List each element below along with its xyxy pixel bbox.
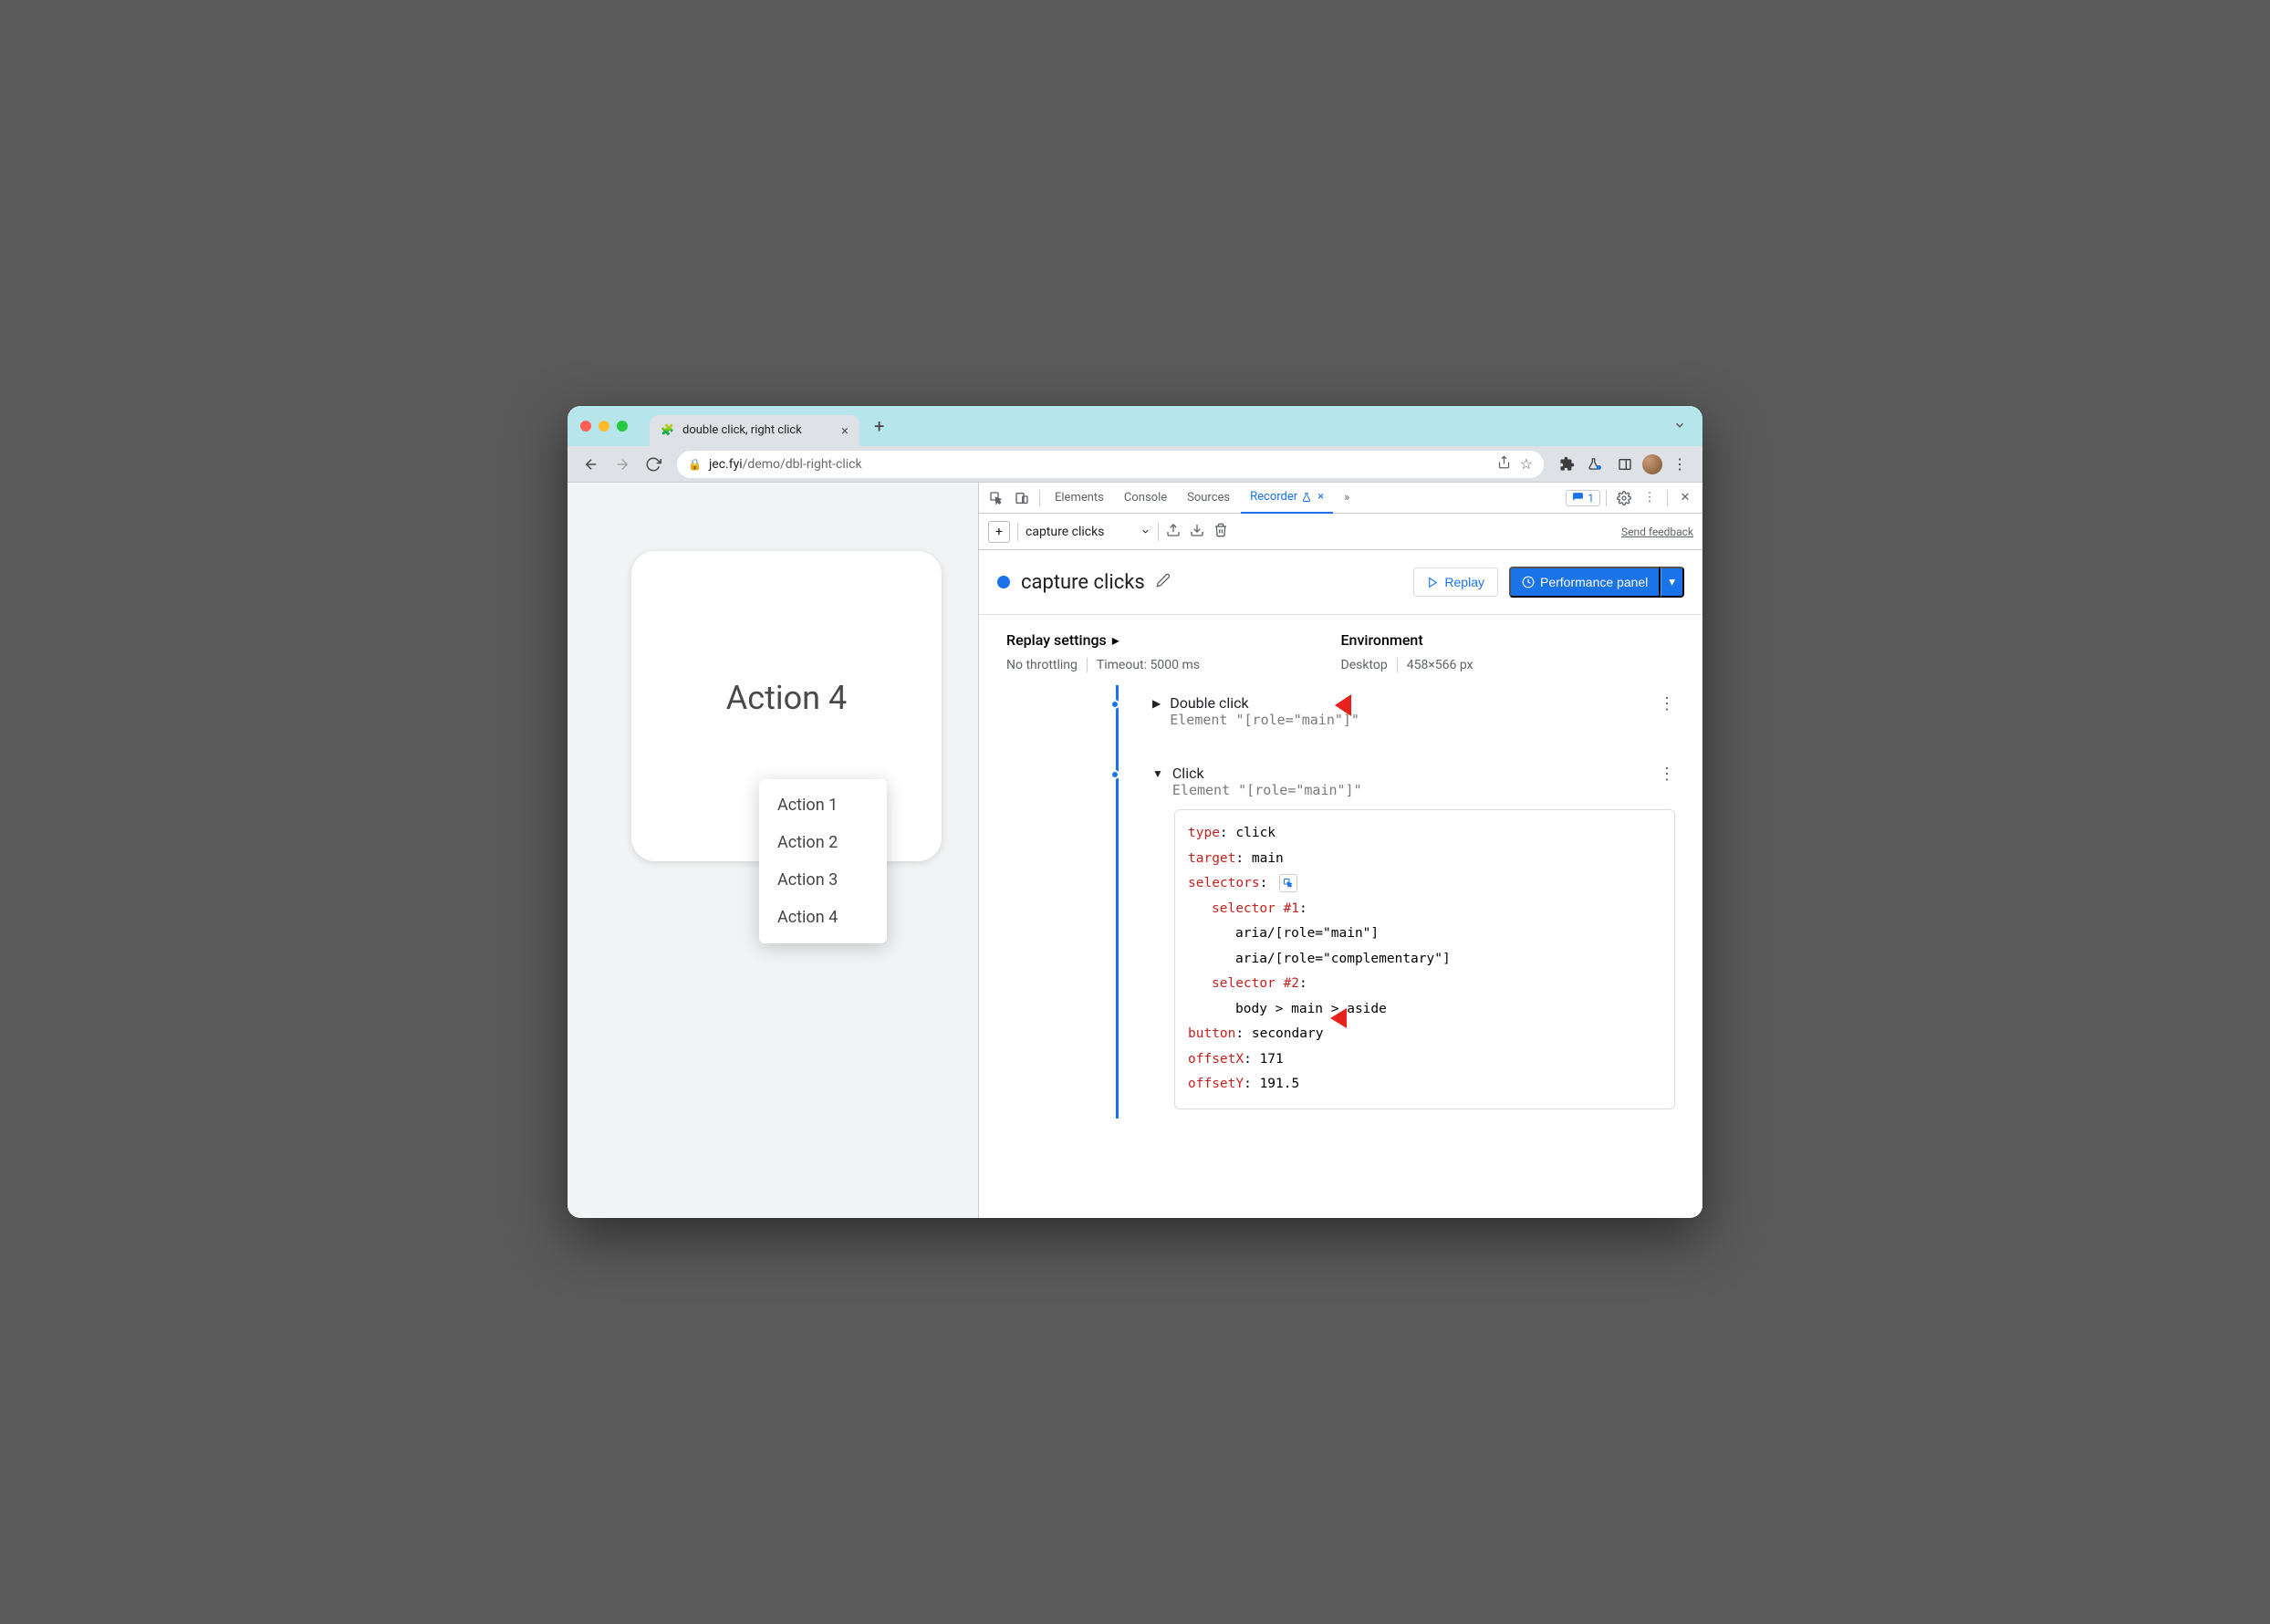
step-menu-icon[interactable]: ⋮ xyxy=(1659,765,1675,784)
devtools-panel: Elements Console Sources Recorder × » 1 … xyxy=(978,483,1702,1218)
annotation-arrow xyxy=(1335,689,1380,722)
tab-recorder[interactable]: Recorder × xyxy=(1241,483,1333,514)
performance-panel-dropdown[interactable]: ▾ xyxy=(1661,567,1684,598)
devtools-tabs: Elements Console Sources Recorder × » 1 … xyxy=(979,483,1702,514)
steps-timeline: ▶ Double click Element "[role="main"]" ⋮ xyxy=(979,685,1702,1119)
toolbar: 🔒 jec.fyi/demo/dbl-right-click ☆ ⋮ xyxy=(568,446,1702,483)
recording-title: capture clicks xyxy=(1021,571,1145,594)
browser-tab[interactable]: 🧩 double click, right click × xyxy=(650,415,859,446)
replay-button[interactable]: Replay xyxy=(1413,567,1498,597)
lock-icon: 🔒 xyxy=(688,458,702,471)
throttling-value: No throttling xyxy=(1006,658,1078,672)
step-marker xyxy=(1110,770,1119,779)
reload-button[interactable] xyxy=(640,452,666,477)
step-double-click: ▶ Double click Element "[role="main"]" ⋮ xyxy=(1116,685,1702,737)
context-menu-item[interactable]: Action 4 xyxy=(759,899,887,936)
content-area: Action 4 Action 1 Action 2 Action 3 Acti… xyxy=(568,483,1702,1218)
step-click: ▼ Click Element "[role="main"]" ⋮ type: … xyxy=(1116,755,1702,1119)
tabs-overflow-icon[interactable] xyxy=(1673,418,1686,435)
tab-favicon: 🧩 xyxy=(661,423,675,438)
context-menu-item[interactable]: Action 3 xyxy=(759,861,887,899)
step-menu-icon[interactable]: ⋮ xyxy=(1659,694,1675,713)
recording-select[interactable]: capture clicks xyxy=(1026,525,1151,539)
replay-settings-toggle[interactable]: Replay settings ▸ xyxy=(1006,631,1341,649)
device-mode-icon[interactable] xyxy=(1010,486,1034,510)
titlebar: 🧩 double click, right click × + xyxy=(568,406,1702,446)
tab-elements[interactable]: Elements xyxy=(1046,483,1113,514)
context-menu-item[interactable]: Action 2 xyxy=(759,824,887,861)
new-recording-button[interactable]: + xyxy=(988,521,1010,543)
issues-badge[interactable]: 1 xyxy=(1566,490,1600,506)
flask-icon[interactable] xyxy=(1584,453,1608,476)
panel-icon[interactable] xyxy=(1613,453,1637,476)
back-button[interactable] xyxy=(578,452,604,477)
collapse-step-icon[interactable]: ▼ xyxy=(1152,767,1163,780)
chrome-menu-icon[interactable]: ⋮ xyxy=(1668,453,1692,476)
settings-icon[interactable] xyxy=(1612,486,1636,510)
recording-header: capture clicks Replay Performance panel … xyxy=(979,550,1702,615)
performance-panel-button[interactable]: Performance panel xyxy=(1509,567,1661,598)
bookmark-icon[interactable]: ☆ xyxy=(1520,455,1533,473)
tab-sources[interactable]: Sources xyxy=(1178,483,1239,514)
close-window-button[interactable] xyxy=(580,421,591,432)
card-title: Action 4 xyxy=(726,679,847,717)
viewport-value: 458×566 px xyxy=(1407,658,1473,672)
kebab-icon[interactable]: ⋮ xyxy=(1638,486,1661,510)
pick-selector-icon[interactable] xyxy=(1279,874,1297,892)
context-menu-item[interactable]: Action 1 xyxy=(759,786,887,824)
close-devtools-icon[interactable]: ✕ xyxy=(1673,486,1697,510)
step-title: Double click xyxy=(1170,694,1359,712)
chevron-right-icon: ▸ xyxy=(1112,631,1119,649)
tab-console[interactable]: Console xyxy=(1115,483,1176,514)
send-feedback-link[interactable]: Send feedback xyxy=(1621,526,1693,538)
timeout-value: Timeout: 5000 ms xyxy=(1097,658,1200,672)
delete-icon[interactable] xyxy=(1213,523,1228,541)
maximize-window-button[interactable] xyxy=(617,421,628,432)
edit-title-icon[interactable] xyxy=(1156,573,1171,591)
recorder-body: Replay settings ▸ No throttling Timeout:… xyxy=(979,615,1702,1218)
step-subtitle: Element "[role="main"]" xyxy=(1172,782,1362,798)
inspect-icon[interactable] xyxy=(984,486,1008,510)
export-icon[interactable] xyxy=(1166,523,1181,541)
window-controls xyxy=(580,421,628,432)
forward-button[interactable] xyxy=(609,452,635,477)
step-details: type: click target: main selectors: sele… xyxy=(1174,809,1675,1109)
browser-window: 🧩 double click, right click × + 🔒 jec.fy… xyxy=(568,406,1702,1218)
tab-close-icon[interactable]: × xyxy=(841,422,849,439)
step-subtitle: Element "[role="main"]" xyxy=(1170,712,1359,728)
address-bar[interactable]: 🔒 jec.fyi/demo/dbl-right-click ☆ xyxy=(677,451,1544,478)
device-value: Desktop xyxy=(1341,658,1388,672)
environment-label: Environment xyxy=(1341,631,1676,649)
share-icon[interactable] xyxy=(1497,455,1511,473)
import-icon[interactable] xyxy=(1190,523,1204,541)
extension-icons: ⋮ xyxy=(1555,453,1692,476)
tab-close-icon[interactable]: × xyxy=(1317,490,1324,504)
settings-row: Replay settings ▸ No throttling Timeout:… xyxy=(979,615,1702,685)
expand-step-icon[interactable]: ▶ xyxy=(1152,697,1161,710)
new-tab-button[interactable]: + xyxy=(874,415,884,437)
more-tabs-icon[interactable]: » xyxy=(1335,486,1359,510)
annotation-arrow xyxy=(1330,1004,1376,1033)
url-text: jec.fyi/demo/dbl-right-click xyxy=(709,457,862,472)
step-marker xyxy=(1110,700,1119,709)
extensions-icon[interactable] xyxy=(1555,453,1578,476)
minimize-window-button[interactable] xyxy=(599,421,609,432)
step-title: Click xyxy=(1172,765,1362,782)
tab-title: double click, right click xyxy=(682,423,834,437)
page-viewport: Action 4 Action 1 Action 2 Action 3 Acti… xyxy=(568,483,978,1218)
context-menu: Action 1 Action 2 Action 3 Action 4 xyxy=(759,779,887,943)
recorder-toolbar: + capture clicks Send feedback xyxy=(979,514,1702,550)
profile-avatar[interactable] xyxy=(1642,454,1662,474)
recording-status-dot xyxy=(997,576,1010,588)
